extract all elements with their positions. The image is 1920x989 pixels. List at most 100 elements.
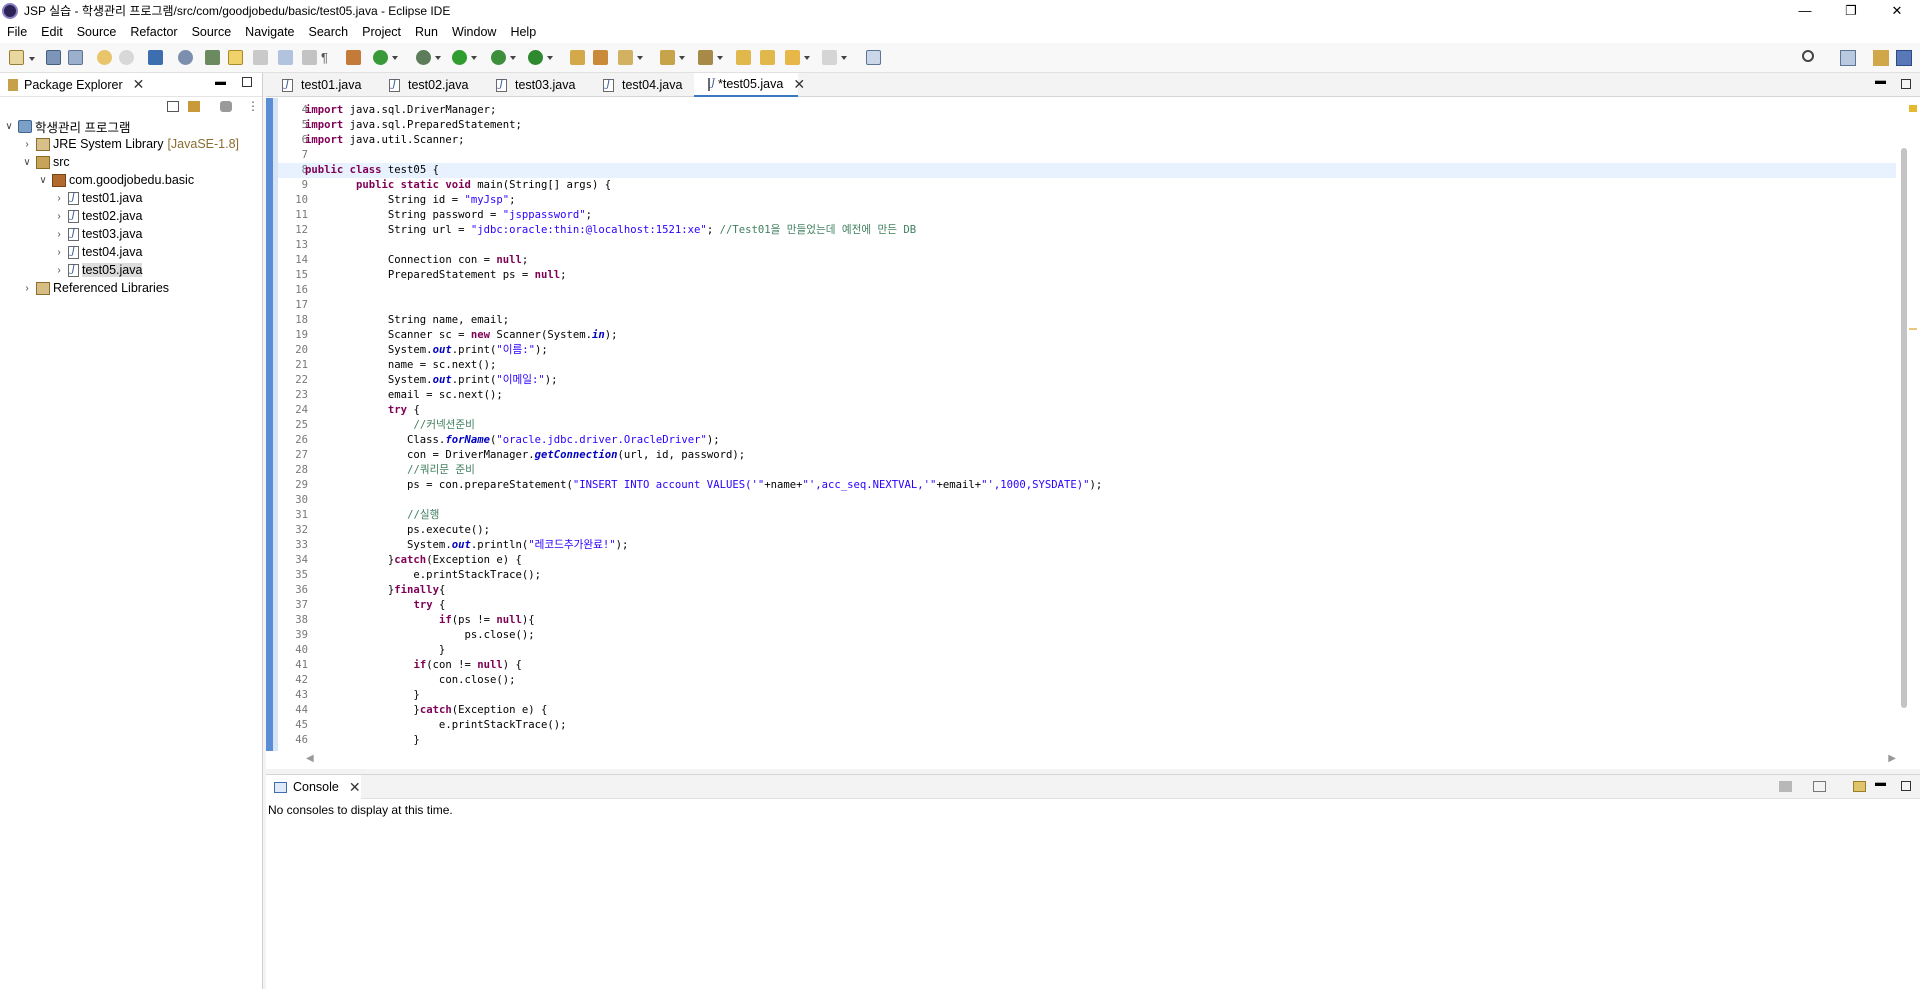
- toggle-mark-occurrences-icon[interactable]: [228, 50, 243, 65]
- chevron-right-icon[interactable]: ›: [22, 283, 32, 294]
- close-tab-icon[interactable]: ✕: [349, 779, 361, 796]
- pilcrow-icon[interactable]: ¶: [321, 50, 336, 65]
- chevron-right-icon[interactable]: ›: [54, 247, 64, 258]
- tab-test01[interactable]: test01.java: [268, 73, 361, 97]
- code-line[interactable]: }: [305, 733, 419, 748]
- code-line[interactable]: con = DriverManager.getConnection(url, i…: [305, 448, 745, 463]
- tree-item-test04[interactable]: › test04.java: [54, 243, 142, 261]
- code-line[interactable]: //쿼리문 준비: [305, 463, 475, 478]
- code-line[interactable]: ps.close();: [305, 628, 534, 643]
- code-line[interactable]: //커넥션준비: [305, 418, 475, 433]
- java-ee-perspective-icon[interactable]: [1873, 50, 1889, 66]
- tree-item-project[interactable]: ∨ 학생관리 프로그램: [4, 117, 130, 135]
- minimize-panel-icon[interactable]: ▬: [215, 76, 226, 88]
- menu-file[interactable]: File: [0, 25, 34, 39]
- coverage-icon[interactable]: [416, 50, 441, 65]
- menu-search[interactable]: Search: [302, 25, 356, 39]
- tree-item-src[interactable]: ∨ src: [22, 153, 69, 171]
- word-wrap-icon[interactable]: [278, 50, 293, 65]
- warning-marker-icon[interactable]: [1909, 105, 1917, 112]
- search-icon[interactable]: [1802, 50, 1814, 62]
- maximize-panel-icon[interactable]: [242, 77, 252, 87]
- open-perspective-icon[interactable]: [1840, 50, 1856, 66]
- tab-console[interactable]: Console ✕: [266, 775, 361, 799]
- redo-icon[interactable]: [119, 50, 134, 65]
- chevron-right-icon[interactable]: ›: [22, 139, 32, 150]
- tab-test04[interactable]: test04.java: [589, 73, 682, 97]
- save-icon[interactable]: [46, 50, 61, 65]
- next-annotation-icon[interactable]: [660, 50, 685, 65]
- run-icon[interactable]: [452, 50, 477, 65]
- occurrence-marker[interactable]: [1909, 328, 1917, 330]
- code-line[interactable]: import java.sql.DriverManager;: [305, 103, 496, 118]
- menu-refactor[interactable]: Refactor: [123, 25, 184, 39]
- prev-annotation-icon[interactable]: [698, 50, 723, 65]
- code-line[interactable]: try {: [305, 403, 420, 418]
- code-line[interactable]: }: [305, 643, 445, 658]
- code-line[interactable]: System.out.print("이름:");: [305, 343, 548, 358]
- skip-breakpoints-icon[interactable]: [178, 50, 193, 65]
- menu-source[interactable]: Source: [70, 25, 124, 39]
- chevron-down-icon[interactable]: ∨: [4, 121, 14, 132]
- chevron-right-icon[interactable]: ›: [54, 211, 64, 222]
- new-icon[interactable]: [9, 50, 35, 65]
- back-history-icon[interactable]: [760, 50, 775, 65]
- code-line[interactable]: Connection con = null;: [305, 253, 528, 268]
- code-line[interactable]: String url = "jdbc:oracle:thin:@localhos…: [305, 223, 916, 238]
- terminal-icon[interactable]: [148, 50, 163, 65]
- tree-item-test05[interactable]: › test05.java: [54, 261, 143, 279]
- code-area[interactable]: 4 import java.sql.DriverManager; 5 import j…: [266, 98, 1920, 751]
- code-line[interactable]: String name, email;: [305, 313, 509, 328]
- code-line[interactable]: import java.sql.PreparedStatement;: [305, 118, 522, 133]
- new-java-project-icon[interactable]: [570, 50, 585, 65]
- code-line[interactable]: con.close();: [305, 673, 516, 688]
- close-tab-icon[interactable]: ✕: [793, 76, 805, 93]
- view-menu-icon[interactable]: ⋮: [247, 99, 259, 113]
- code-line[interactable]: ps = con.prepareStatement("INSERT INTO a…: [305, 478, 1102, 493]
- code-line[interactable]: System.out.println("레코드추가완료!");: [305, 538, 628, 553]
- run-last-icon[interactable]: [491, 50, 516, 65]
- close-icon[interactable]: ✕: [1874, 0, 1920, 21]
- filter-icon[interactable]: [220, 101, 232, 112]
- java-perspective-icon[interactable]: [1896, 50, 1912, 66]
- code-line[interactable]: Scanner sc = new Scanner(System.in);: [305, 328, 618, 343]
- tree-item-test02[interactable]: › test02.java: [54, 207, 142, 225]
- minimize-console-icon[interactable]: ▬: [1875, 777, 1886, 789]
- new-class-icon[interactable]: [618, 50, 643, 65]
- menu-edit[interactable]: Edit: [34, 25, 70, 39]
- block-select-icon[interactable]: [253, 50, 268, 65]
- link-with-editor-icon[interactable]: [188, 101, 200, 112]
- tree-item-referenced-libraries[interactable]: › Referenced Libraries: [22, 279, 169, 297]
- code-line[interactable]: PreparedStatement ps = null;: [305, 268, 567, 283]
- code-line[interactable]: e.printStackTrace();: [305, 718, 567, 733]
- tree-item-test01[interactable]: › test01.java: [54, 189, 142, 207]
- code-line[interactable]: public class test05 {: [305, 163, 439, 178]
- pin-console-icon[interactable]: [1779, 781, 1792, 792]
- menu-project[interactable]: Project: [355, 25, 408, 39]
- tree-item-jre[interactable]: › JRE System Library [JavaSE-1.8]: [22, 135, 239, 153]
- code-line[interactable]: if(ps != null){: [305, 613, 535, 628]
- code-line[interactable]: //실행: [305, 508, 439, 523]
- code-line[interactable]: String id = "myJsp";: [305, 193, 516, 208]
- menu-run[interactable]: Run: [408, 25, 445, 39]
- chevron-right-icon[interactable]: ›: [54, 265, 64, 276]
- collapse-all-icon[interactable]: [167, 101, 179, 112]
- debug-icon[interactable]: [373, 50, 398, 65]
- overview-ruler[interactable]: [1908, 98, 1918, 738]
- menu-window[interactable]: Window: [445, 25, 503, 39]
- code-line[interactable]: import java.util.Scanner;: [305, 133, 464, 148]
- open-folder-icon[interactable]: [593, 50, 608, 65]
- minimize-editor-icon[interactable]: ▬: [1875, 75, 1886, 87]
- display-console-icon[interactable]: [1813, 781, 1826, 792]
- chevron-down-icon[interactable]: ∨: [22, 157, 32, 168]
- last-edit-icon[interactable]: [736, 50, 751, 65]
- external-tools-icon[interactable]: [528, 50, 553, 65]
- horizontal-scrollbar[interactable]: ◀ ▶: [306, 753, 1896, 767]
- code-line[interactable]: }finally{: [305, 583, 445, 598]
- tab-test03[interactable]: test03.java: [482, 73, 575, 97]
- code-line[interactable]: }catch(Exception e) {: [305, 703, 547, 718]
- code-line[interactable]: name = sc.next();: [305, 358, 496, 373]
- save-all-icon[interactable]: [68, 50, 83, 65]
- forward-icon[interactable]: [822, 50, 847, 65]
- show-whitespace-icon[interactable]: [302, 50, 317, 65]
